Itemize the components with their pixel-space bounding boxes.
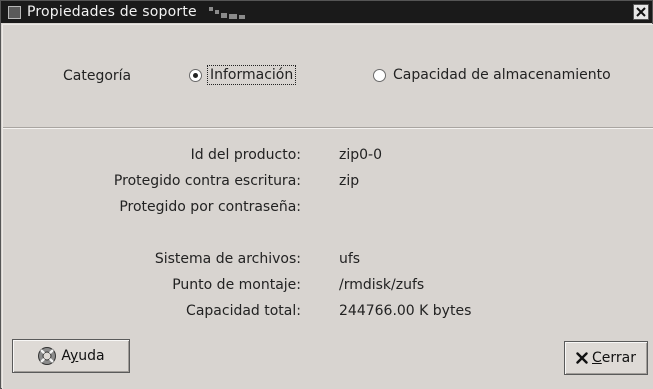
property-row: Id del producto: zip0-0 [3,145,653,167]
window-close-button[interactable] [633,4,649,20]
property-label: Punto de montaje: [172,277,301,293]
close-button-label: Cerrar [592,350,636,366]
help-button[interactable]: Ayuda [12,339,130,373]
property-row: Protegido contra escritura: zip [3,171,653,193]
help-button-label: Ayuda [61,348,105,364]
category-row: Categoría Información Capacidad de almac… [3,65,653,89]
separator [3,127,653,129]
lifebuoy-icon [37,346,57,366]
property-label: Protegido por contraseña: [119,199,301,215]
close-icon [636,7,646,17]
window-title: Propiedades de soporte [27,4,197,20]
property-value: zip [339,173,360,189]
radio-informacion[interactable]: Información [189,65,297,85]
radio-capacidad-label: Capacidad de almacenamiento [393,67,611,83]
property-label: Sistema de archivos: [154,251,301,267]
property-label: Protegido contra escritura: [113,173,301,189]
property-row: Capacidad total: 244766.00 K bytes [3,301,653,323]
property-row: Sistema de archivos: ufs [3,249,653,271]
dialog-window: Propiedades de soporte Categoría Informa… [0,0,653,389]
radio-informacion-label: Información [206,65,297,85]
property-value: zip0-0 [339,147,382,163]
property-row: Punto de montaje: /rmdisk/zufs [3,275,653,297]
dialog-content: Categoría Información Capacidad de almac… [2,24,653,389]
category-label: Categoría [63,68,132,84]
close-x-icon [576,352,588,364]
property-value: 244766.00 K bytes [339,303,472,319]
radio-selected-icon [189,68,202,82]
close-button[interactable]: Cerrar [564,341,648,375]
window-menu-icon[interactable] [8,5,21,19]
radio-capacidad[interactable]: Capacidad de almacenamiento [373,67,611,83]
property-value: /rmdisk/zufs [339,277,425,293]
property-label: Capacidad total: [186,303,301,319]
title-bar[interactable]: Propiedades de soporte [1,1,652,23]
property-value: ufs [339,251,361,267]
property-row: Protegido por contraseña: [3,197,653,219]
property-label: Id del producto: [190,147,301,163]
titlebar-decoration-icon [208,5,249,19]
radio-unselected-icon [373,68,386,82]
